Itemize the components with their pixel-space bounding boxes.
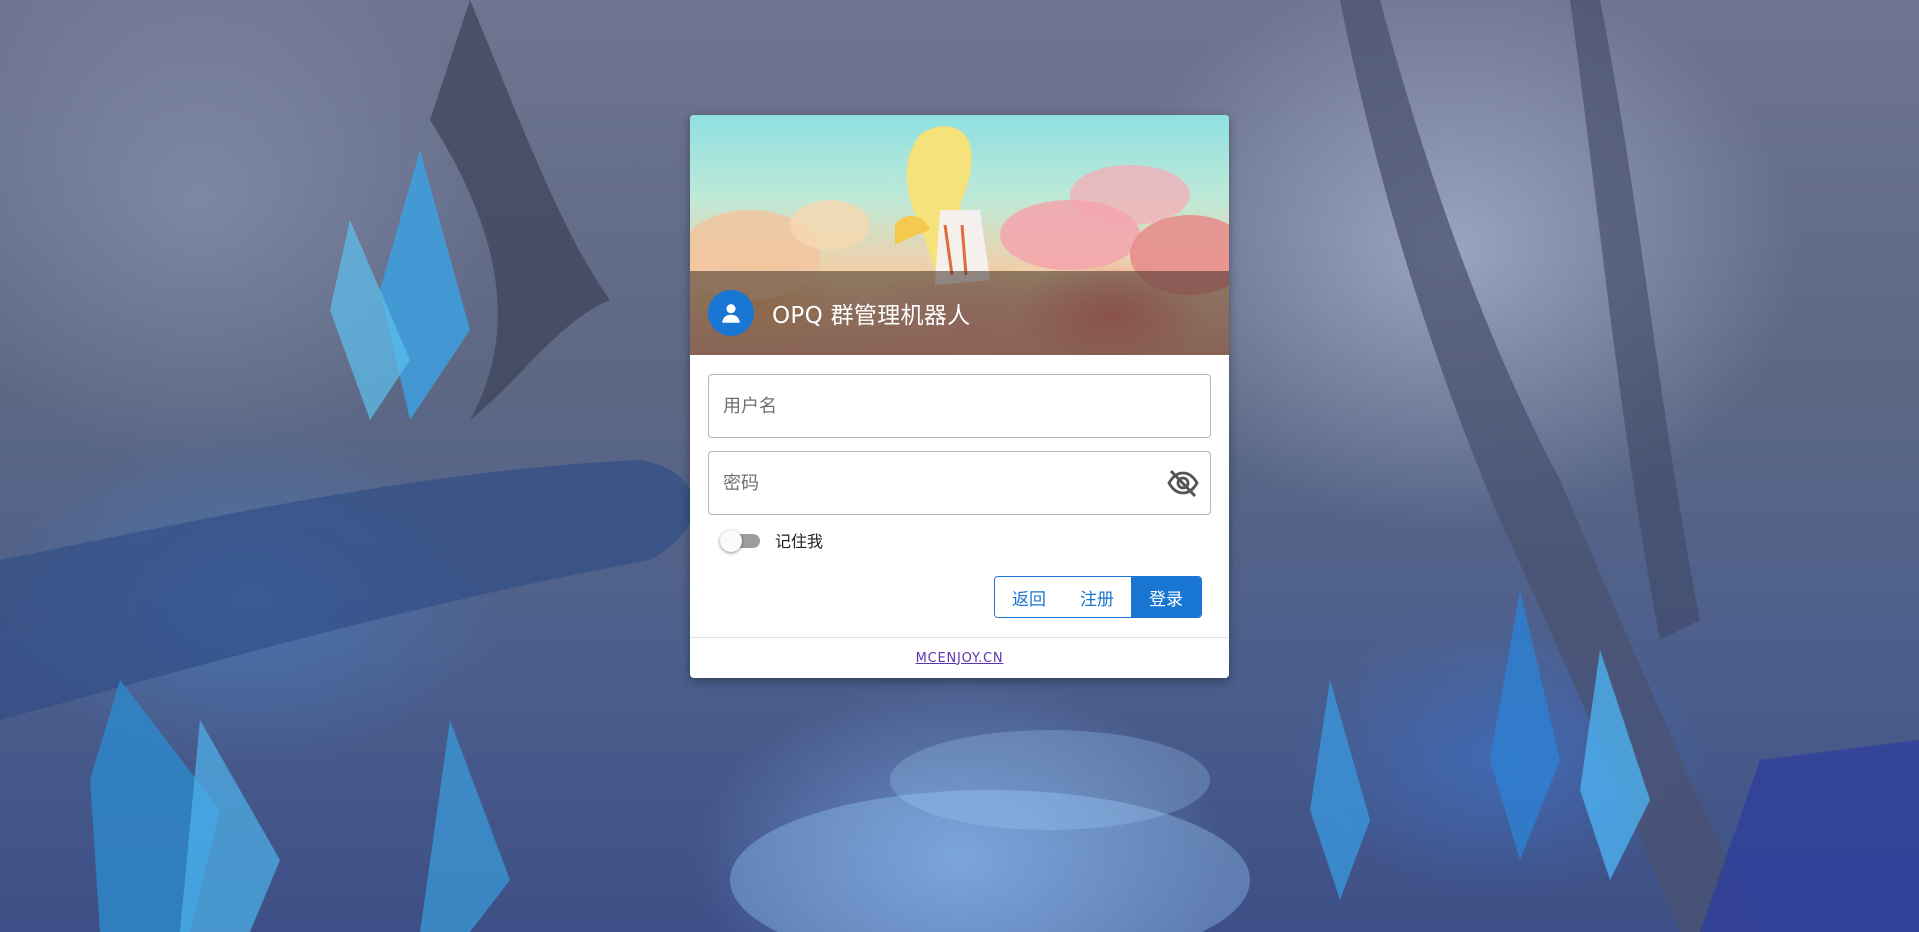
eye-off-icon[interactable] [1166, 468, 1200, 498]
remember-me-row: 记住我 [720, 528, 1211, 552]
register-button[interactable]: 注册 [1063, 577, 1131, 617]
back-button[interactable]: 返回 [995, 577, 1063, 617]
page-title: OPQ 群管理机器人 [772, 303, 971, 329]
username-field-container [708, 374, 1211, 438]
password-field-container [708, 451, 1211, 515]
footer-link[interactable]: MCENJOY.CN [916, 651, 1004, 666]
avatar [708, 290, 754, 336]
banner-title-bar: OPQ 群管理机器人 [690, 271, 1229, 355]
person-icon [722, 304, 740, 323]
password-input[interactable] [709, 452, 1157, 514]
login-form: 记住我 [690, 355, 1229, 552]
card-footer: MCENJOY.CN [690, 637, 1229, 678]
action-button-group: 返回 注册 登录 [994, 576, 1202, 618]
remember-me-label: 记住我 [775, 532, 824, 551]
toggle-thumb [720, 530, 742, 552]
login-button[interactable]: 登录 [1131, 577, 1201, 617]
remember-me-toggle[interactable] [720, 530, 760, 552]
banner: OPQ 群管理机器人 [690, 115, 1229, 355]
login-card: OPQ 群管理机器人 记住我 返回 注册 登录 MCENJOY.CN [690, 115, 1229, 678]
username-input[interactable] [709, 375, 1157, 437]
